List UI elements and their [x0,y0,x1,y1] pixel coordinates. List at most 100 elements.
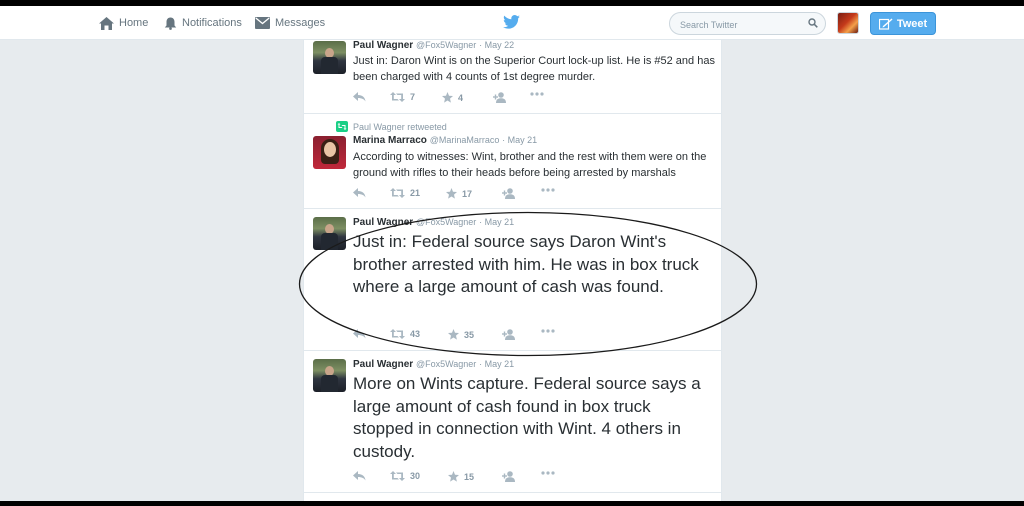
more-dots-icon [541,188,555,192]
follow-action[interactable] [502,329,521,340]
tweet-text: Just in: Federal source says Daron Wint'… [353,232,699,296]
nav-notifications[interactable]: Notifications [164,6,242,40]
avatar[interactable] [313,217,346,250]
author-name[interactable]: Paul Wagner [353,359,413,370]
retweet-icon [390,92,405,102]
tweet-item[interactable]: Paul Wagner @Fox5Wagner · May 21 Just in… [304,209,721,351]
tweet-text: According to witnesses: Wint, brother an… [353,151,707,179]
tweet-date[interactable]: · May 21 [479,217,514,227]
tweet-date[interactable]: · May 21 [502,135,537,145]
author-handle[interactable]: @Fox5Wagner [416,217,476,227]
reply-icon [353,188,366,198]
retweet-context-label[interactable]: Paul Wagner retweeted [353,122,447,132]
retweet-icon [390,329,405,339]
magnifier-icon[interactable] [808,18,818,28]
bell-icon [164,17,177,30]
favorite-count: 17 [462,188,473,199]
reply-icon [353,92,366,102]
tweet-date[interactable]: · May 21 [479,359,514,369]
author-handle[interactable]: @MarinaMarraco [430,135,500,145]
more-dots-icon [530,92,544,96]
favorite-action[interactable]: 15 [448,471,474,482]
follow-action[interactable] [502,188,521,199]
top-navigation-bar: Home Notifications Messages Tweet [0,6,1024,40]
retweet-action[interactable]: 7 [390,92,415,102]
reply-action[interactable] [353,471,371,481]
avatar[interactable] [313,41,346,74]
more-action[interactable] [541,329,560,333]
tweet-header: Paul Wagner @Fox5Wagner · May 21 [353,359,514,370]
author-name[interactable]: Paul Wagner [353,40,413,51]
tweet-timeline: Paul Wagner @Fox5Wagner · May 22 Just in… [303,40,722,501]
follow-action[interactable] [493,92,512,103]
follow-person-icon [493,92,506,103]
tweet-header: Paul Wagner @Fox5Wagner · May 21 [353,217,514,228]
tweet-item[interactable]: Paul Wagner @Fox5Wagner · May 21 More on… [304,351,721,493]
retweet-count: 7 [410,92,416,102]
follow-person-icon [502,188,515,199]
more-action[interactable] [541,471,560,475]
author-handle[interactable]: @Fox5Wagner [416,359,476,369]
follow-person-icon [502,329,515,340]
avatar[interactable] [313,359,346,392]
tweet-date[interactable]: · May 22 [479,40,514,50]
retweet-count: 43 [410,329,421,339]
retweet-count: 21 [410,188,421,198]
profile-avatar-menu[interactable] [837,12,859,34]
search-input[interactable] [678,13,807,36]
tweet-header: Paul Wagner @Fox5Wagner · May 22 [353,40,514,51]
favorite-action[interactable]: 4 [442,92,463,103]
more-action[interactable] [530,92,549,96]
more-dots-icon [541,471,555,475]
reply-action[interactable] [353,188,371,198]
twitter-bird-icon [503,15,520,29]
favorite-action[interactable]: 35 [448,329,474,340]
compose-quill-icon [878,18,893,30]
follow-person-icon [502,471,515,482]
retweet-icon [390,471,405,481]
author-name[interactable]: Marina Marraco [353,135,427,146]
tweet-item[interactable]: Paul Wagner retweeted Marina Marraco @Ma… [304,114,721,209]
envelope-icon [255,17,270,29]
retweet-count: 30 [410,471,421,481]
tweet-header: Marina Marraco @MarinaMarraco · May 21 [353,135,537,146]
author-name[interactable]: Paul Wagner [353,217,413,228]
retweet-action[interactable]: 21 [390,188,420,198]
search-box[interactable] [669,12,826,36]
retweet-action[interactable]: 30 [390,471,420,481]
tweet-text: More on Wints capture. Federal source sa… [353,374,701,461]
more-action[interactable] [541,188,560,192]
nav-messages[interactable]: Messages [255,6,325,40]
favorite-count: 4 [458,92,464,103]
avatar[interactable] [313,136,346,169]
star-icon [448,471,459,482]
star-icon [448,329,459,340]
favorite-action[interactable]: 17 [446,188,472,199]
favorite-count: 35 [464,329,475,340]
retweet-icon [390,188,405,198]
follow-action[interactable] [502,471,521,482]
retweet-context: Paul Wagner retweeted [336,121,447,132]
nav-home[interactable]: Home [99,6,148,40]
nav-messages-label: Messages [275,17,326,29]
home-icon [99,16,114,30]
letterbox-bottom [0,501,1024,506]
favorite-count: 15 [464,471,475,482]
reply-icon [353,471,366,481]
tweet-item[interactable]: Paul Wagner @Fox5Wagner · May 22 Just in… [304,40,721,114]
twitter-bird-logo[interactable] [503,15,520,34]
retweet-badge-icon [336,121,348,132]
reply-action[interactable] [353,329,371,339]
star-icon [442,92,453,103]
compose-tweet-button[interactable]: Tweet [870,12,936,35]
nav-home-label: Home [119,17,149,29]
author-handle[interactable]: @Fox5Wagner [416,40,476,50]
star-icon [446,188,457,199]
more-dots-icon [541,329,555,333]
nav-notifications-label: Notifications [182,17,242,29]
reply-icon [353,329,366,339]
compose-tweet-label: Tweet [896,17,928,30]
retweet-action[interactable]: 43 [390,329,420,339]
reply-action[interactable] [353,92,371,102]
tweet-text: Just in: Daron Wint is on the Superior C… [353,55,715,83]
